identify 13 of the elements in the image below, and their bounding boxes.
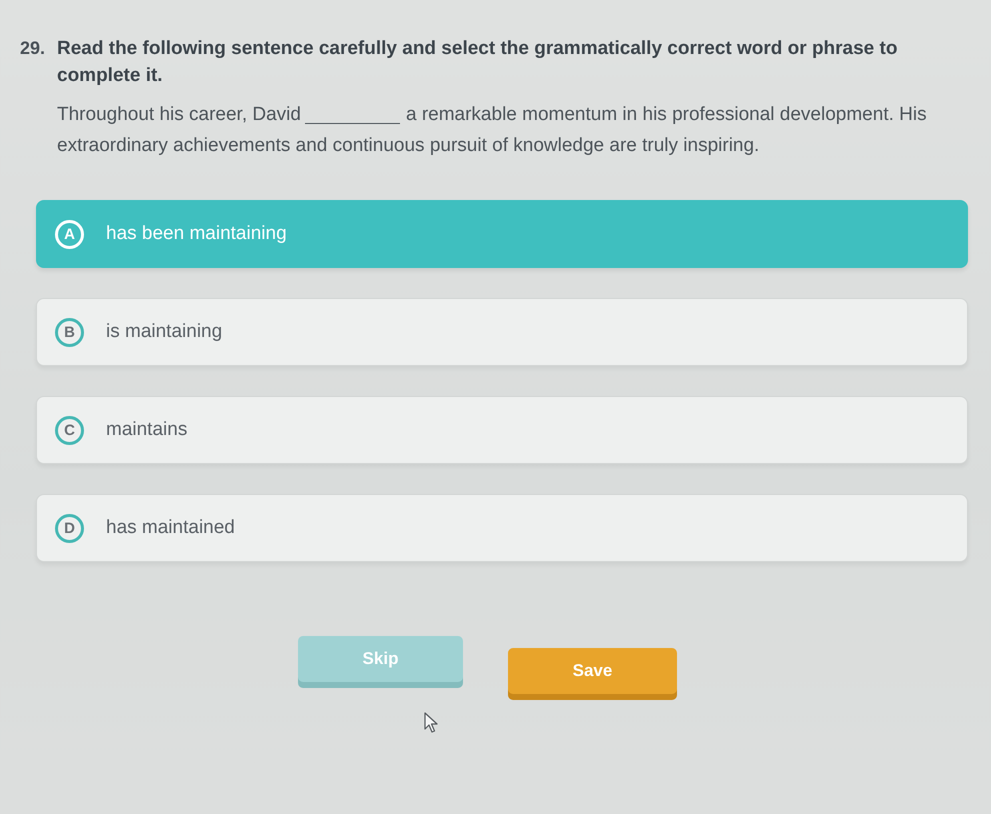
question-number: 29.: [20, 37, 46, 60]
sentence-text: extraordinary achievements and continuous pursuit of knowledge are truly inspiring.: [57, 134, 760, 158]
answer-option[interactable]: C maintains: [36, 396, 968, 464]
sentence-text: a remarkable momentum in his professional development. His: [406, 103, 927, 127]
option-letter: C: [55, 416, 84, 444]
answer-option[interactable]: D has maintained: [36, 494, 968, 562]
option-letter: B: [55, 318, 84, 346]
answer-option[interactable]: B is maintaining: [36, 298, 968, 366]
sentence-text: Throughout his career, David: [57, 103, 301, 127]
mouse-pointer-icon: [424, 712, 438, 733]
option-letter: D: [55, 514, 84, 542]
question-prompt: Read the following sentence carefully and select the grammatically correct word or phrase to complete it.: [57, 37, 898, 88]
option-letter: A: [55, 220, 84, 248]
